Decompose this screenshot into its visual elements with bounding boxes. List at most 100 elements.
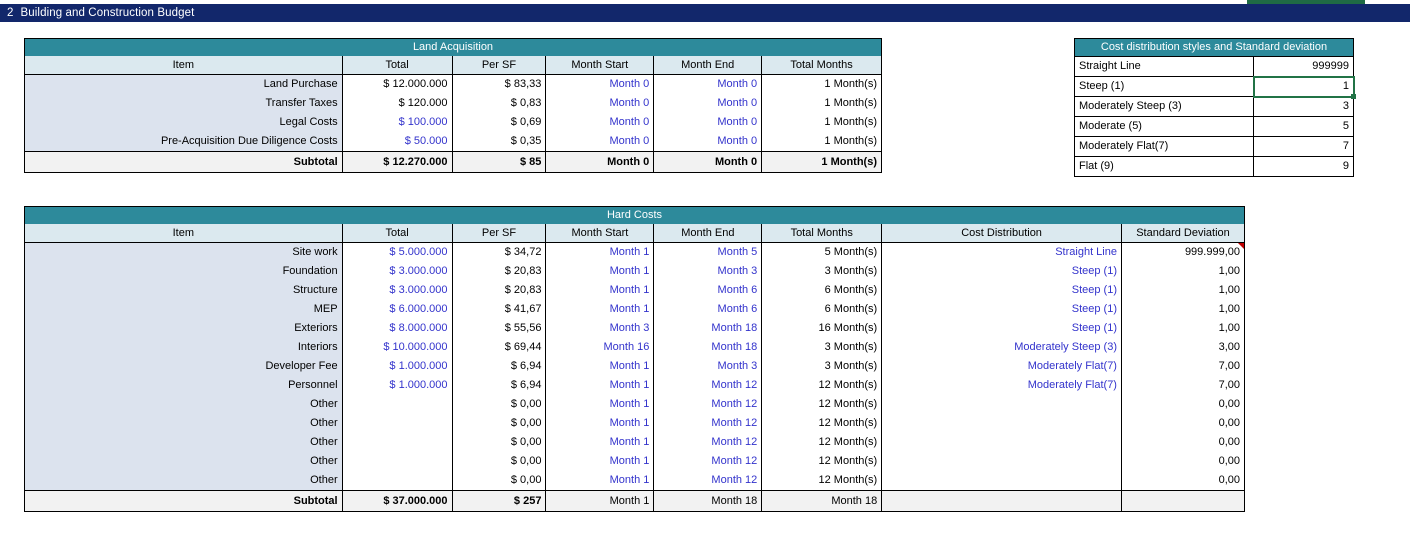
cell-total[interactable]: $ 3.000.000 [342,262,452,281]
cell-total[interactable] [342,471,452,491]
cell-per_sf[interactable]: $ 0,00 [452,433,546,452]
cell-month_start[interactable]: Month 1 [546,433,654,452]
cell-total_months[interactable]: 12 Month(s) [762,433,882,452]
cell-month_end[interactable]: Month 12 [654,414,762,433]
table-row[interactable]: Foundation$ 3.000.000$ 20,83Month 1Month… [25,262,1245,281]
cell-cost_distribution[interactable] [882,433,1122,452]
cell-per_sf[interactable]: $ 0,00 [452,452,546,471]
cell-item[interactable]: Other [25,414,343,433]
cell-total_months[interactable]: 1 Month(s) [762,132,882,152]
cell-item[interactable]: Pre-Acquisition Due Diligence Costs [25,132,343,152]
cell-std_dev[interactable]: 0,00 [1121,414,1244,433]
cell-month_start[interactable]: Month 0 [546,75,654,95]
cell-total_months[interactable]: 1 Month(s) [762,75,882,95]
cell-total_months[interactable]: 3 Month(s) [762,338,882,357]
cell-month_end[interactable]: Month 6 [654,281,762,300]
cell-total_months[interactable]: 16 Month(s) [762,319,882,338]
dist-style-label[interactable]: Straight Line [1075,57,1254,77]
table-row[interactable]: Other$ 0,00Month 1Month 1212 Month(s)0,0… [25,471,1245,491]
cell-month_end[interactable]: Month 12 [654,376,762,395]
cell-total_months[interactable]: 3 Month(s) [762,262,882,281]
cell-std_dev[interactable]: 0,00 [1121,433,1244,452]
cell-item[interactable]: Exteriors [25,319,343,338]
cell-item[interactable]: Land Purchase [25,75,343,95]
cell-item[interactable]: Legal Costs [25,113,343,132]
cell-per_sf[interactable]: $ 6,94 [452,357,546,376]
cell-month_start[interactable]: Month 3 [546,319,654,338]
cell-std_dev[interactable]: 7,00 [1121,376,1244,395]
cell-month_start[interactable]: Month 1 [546,300,654,319]
cell-month_start[interactable]: Month 1 [546,376,654,395]
table-row[interactable]: Other$ 0,00Month 1Month 1212 Month(s)0,0… [25,395,1245,414]
cell-total[interactable] [342,433,452,452]
cell-total_months[interactable]: 1 Month(s) [762,94,882,113]
dist-std-dev-value-selected[interactable]: 1 [1254,77,1354,97]
dist-style-label[interactable]: Moderately Steep (3) [1075,97,1254,117]
cell-item[interactable]: Foundation [25,262,343,281]
cell-per_sf[interactable]: $ 55,56 [452,319,546,338]
table-row[interactable]: Interiors$ 10.000.000$ 69,44Month 16Mont… [25,338,1245,357]
cell-total[interactable]: $ 100.000 [342,113,452,132]
cell-item[interactable]: Other [25,471,343,491]
cell-month_end[interactable]: Month 12 [654,452,762,471]
dist-std-dev-value[interactable]: 3 [1254,97,1354,117]
cell-item[interactable]: Site work [25,243,343,263]
cell-total_months[interactable]: 6 Month(s) [762,281,882,300]
cell-month_end[interactable]: Month 12 [654,395,762,414]
cell-total[interactable]: $ 6.000.000 [342,300,452,319]
cell-std_dev[interactable]: 1,00 [1121,281,1244,300]
table-row[interactable]: Other$ 0,00Month 1Month 1212 Month(s)0,0… [25,433,1245,452]
dist-std-dev-value[interactable]: 5 [1254,117,1354,137]
dist-panel-row[interactable]: Straight Line999999 [1075,57,1354,77]
cell-month_end[interactable]: Month 18 [654,319,762,338]
cell-cost_distribution[interactable]: Steep (1) [882,319,1122,338]
cell-month_start[interactable]: Month 1 [546,395,654,414]
cell-month_start[interactable]: Month 1 [546,452,654,471]
cell-item[interactable]: Other [25,433,343,452]
dist-panel-row[interactable]: Moderately Flat(7)7 [1075,137,1354,157]
cell-month_start[interactable]: Month 0 [546,94,654,113]
cell-cost_distribution[interactable]: Moderately Steep (3) [882,338,1122,357]
cell-total[interactable]: $ 50.000 [342,132,452,152]
cell-total[interactable]: $ 1.000.000 [342,376,452,395]
cell-cost_distribution[interactable]: Straight Line [882,243,1122,263]
cell-cost_distribution[interactable]: Steep (1) [882,300,1122,319]
hard_costs-subtotal-row[interactable]: Subtotal$ 37.000.000$ 257Month 1Month 18… [25,491,1245,512]
cell-std_dev[interactable]: 7,00 [1121,357,1244,376]
table-row[interactable]: Structure$ 3.000.000$ 20,83Month 1Month … [25,281,1245,300]
table-row[interactable]: Personnel$ 1.000.000$ 6,94Month 1Month 1… [25,376,1245,395]
cell-cost_distribution[interactable] [882,471,1122,491]
cell-per_sf[interactable]: $ 20,83 [452,281,546,300]
cell-per_sf[interactable]: $ 0,35 [452,132,546,152]
cell-per_sf[interactable]: $ 6,94 [452,376,546,395]
cell-cost_distribution[interactable] [882,414,1122,433]
dist-panel-row[interactable]: Steep (1)1 [1075,77,1354,97]
cell-month_end[interactable]: Month 3 [654,357,762,376]
cell-per_sf[interactable]: $ 41,67 [452,300,546,319]
cell-item[interactable]: Interiors [25,338,343,357]
cell-per_sf[interactable]: $ 0,00 [452,471,546,491]
dist-panel-row[interactable]: Moderately Steep (3)3 [1075,97,1354,117]
cell-total[interactable]: $ 1.000.000 [342,357,452,376]
cell-month_start[interactable]: Month 1 [546,357,654,376]
dist-std-dev-value[interactable]: 999999 [1254,57,1354,77]
cell-total[interactable]: $ 120.000 [342,94,452,113]
table-row[interactable]: Exteriors$ 8.000.000$ 55,56Month 3Month … [25,319,1245,338]
cell-cost_distribution[interactable]: Steep (1) [882,281,1122,300]
dist-style-label[interactable]: Moderate (5) [1075,117,1254,137]
cell-item[interactable]: MEP [25,300,343,319]
cell-total[interactable]: $ 3.000.000 [342,281,452,300]
cell-per_sf[interactable]: $ 34,72 [452,243,546,263]
cell-month_start[interactable]: Month 1 [546,243,654,263]
cell-per_sf[interactable]: $ 0,00 [452,395,546,414]
cell-total_months[interactable]: 12 Month(s) [762,376,882,395]
dist-style-label[interactable]: Moderately Flat(7) [1075,137,1254,157]
cell-month_end[interactable]: Month 0 [654,113,762,132]
dist-panel-row[interactable]: Flat (9)9 [1075,157,1354,177]
cell-std_dev[interactable]: 1,00 [1121,319,1244,338]
cell-total[interactable] [342,452,452,471]
cell-total[interactable]: $ 5.000.000 [342,243,452,263]
cell-month_start[interactable]: Month 16 [546,338,654,357]
cell-std_dev[interactable]: 999.999,00 [1121,243,1244,263]
cell-per_sf[interactable]: $ 0,69 [452,113,546,132]
